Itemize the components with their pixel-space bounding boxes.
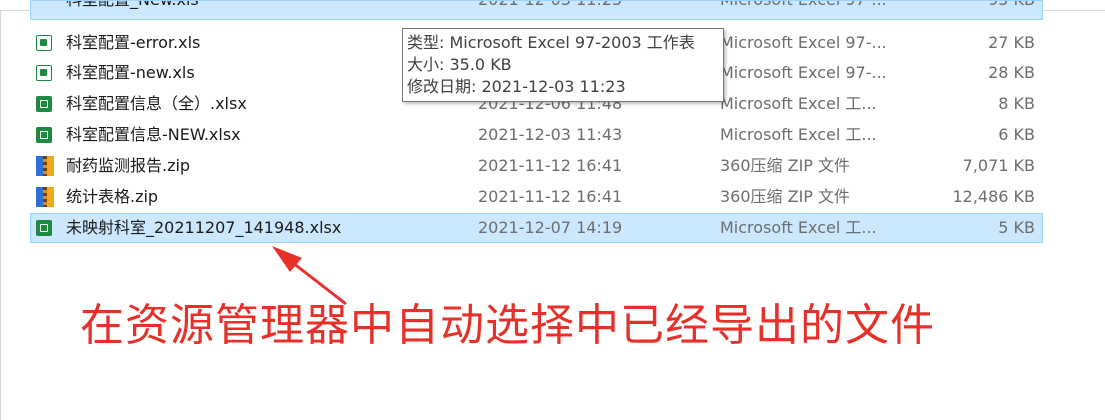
- file-size: 8 KB: [998, 94, 1035, 113]
- xlsx-file-icon: [36, 220, 52, 236]
- file-size: 27 KB: [988, 33, 1035, 52]
- file-name: 科室配置_New.xls: [66, 0, 199, 11]
- file-row[interactable]: 耐药监测报告.zip 2021-11-12 16:41 360压缩 ZIP 文件…: [30, 151, 1043, 181]
- file-size: 95 KB: [988, 0, 1035, 11]
- file-type: Microsoft Excel 97-...: [720, 63, 887, 82]
- file-size: 12,486 KB: [952, 187, 1035, 206]
- file-row-selected[interactable]: 未映射科室_20211207_141948.xlsx 2021-12-07 14…: [30, 213, 1043, 243]
- zip-archive-icon: [36, 187, 54, 207]
- xls-file-icon: [36, 65, 52, 81]
- file-type: Microsoft Excel 工...: [720, 218, 877, 237]
- file-date-modified: 2021-12-03 11:25: [478, 0, 622, 11]
- file-date-modified: 2021-11-12 16:41: [478, 187, 623, 206]
- file-type: Microsoft Excel 97-...: [720, 0, 887, 11]
- file-type: 360压缩 ZIP 文件: [720, 187, 851, 206]
- xlsx-file-icon: [36, 127, 52, 143]
- file-name: 科室配置-error.xls: [66, 33, 201, 52]
- file-name: 统计表格.zip: [66, 187, 159, 206]
- xlsx-file-icon: [36, 96, 52, 112]
- file-size: 7,071 KB: [962, 156, 1035, 175]
- file-name: 科室配置信息-NEW.xlsx: [66, 125, 241, 144]
- file-name: 科室配置信息（全）.xlsx: [66, 94, 247, 113]
- file-row[interactable]: 科室配置_New.xls 2021-12-03 11:25 Microsoft …: [30, 0, 1043, 20]
- file-name: 未映射科室_20211207_141948.xlsx: [66, 218, 342, 237]
- zip-archive-icon: [36, 156, 54, 176]
- file-type: 360压缩 ZIP 文件: [720, 156, 851, 175]
- annotation-caption: 在资源管理器中自动选择中已经导出的文件: [80, 300, 935, 351]
- file-size: 6 KB: [998, 125, 1035, 144]
- file-size: 5 KB: [998, 218, 1035, 237]
- file-date-modified: 2021-11-12 16:41: [478, 156, 623, 175]
- file-date-modified: 2021-12-07 14:19: [478, 218, 623, 237]
- tooltip-type-line: 类型: Microsoft Excel 97-2003 工作表: [407, 33, 695, 52]
- file-info-tooltip: 类型: Microsoft Excel 97-2003 工作表 大小: 35.0…: [402, 28, 724, 102]
- file-row[interactable]: 科室配置信息-NEW.xlsx 2021-12-03 11:43 Microso…: [30, 120, 1043, 150]
- window-left-border: [0, 10, 1, 420]
- tooltip-modified-line: 修改日期: 2021-12-03 11:23: [407, 77, 626, 96]
- file-date-modified: 2021-12-03 11:43: [478, 125, 623, 144]
- file-size: 28 KB: [988, 63, 1035, 82]
- xls-file-icon: [36, 35, 52, 51]
- file-name: 科室配置-new.xls: [66, 63, 195, 82]
- file-type: Microsoft Excel 工...: [720, 94, 877, 113]
- file-row[interactable]: 统计表格.zip 2021-11-12 16:41 360压缩 ZIP 文件 1…: [30, 182, 1043, 212]
- file-name: 耐药监测报告.zip: [66, 156, 191, 175]
- file-type: Microsoft Excel 97-...: [720, 33, 887, 52]
- tooltip-size-line: 大小: 35.0 KB: [407, 55, 512, 74]
- file-type: Microsoft Excel 工...: [720, 125, 877, 144]
